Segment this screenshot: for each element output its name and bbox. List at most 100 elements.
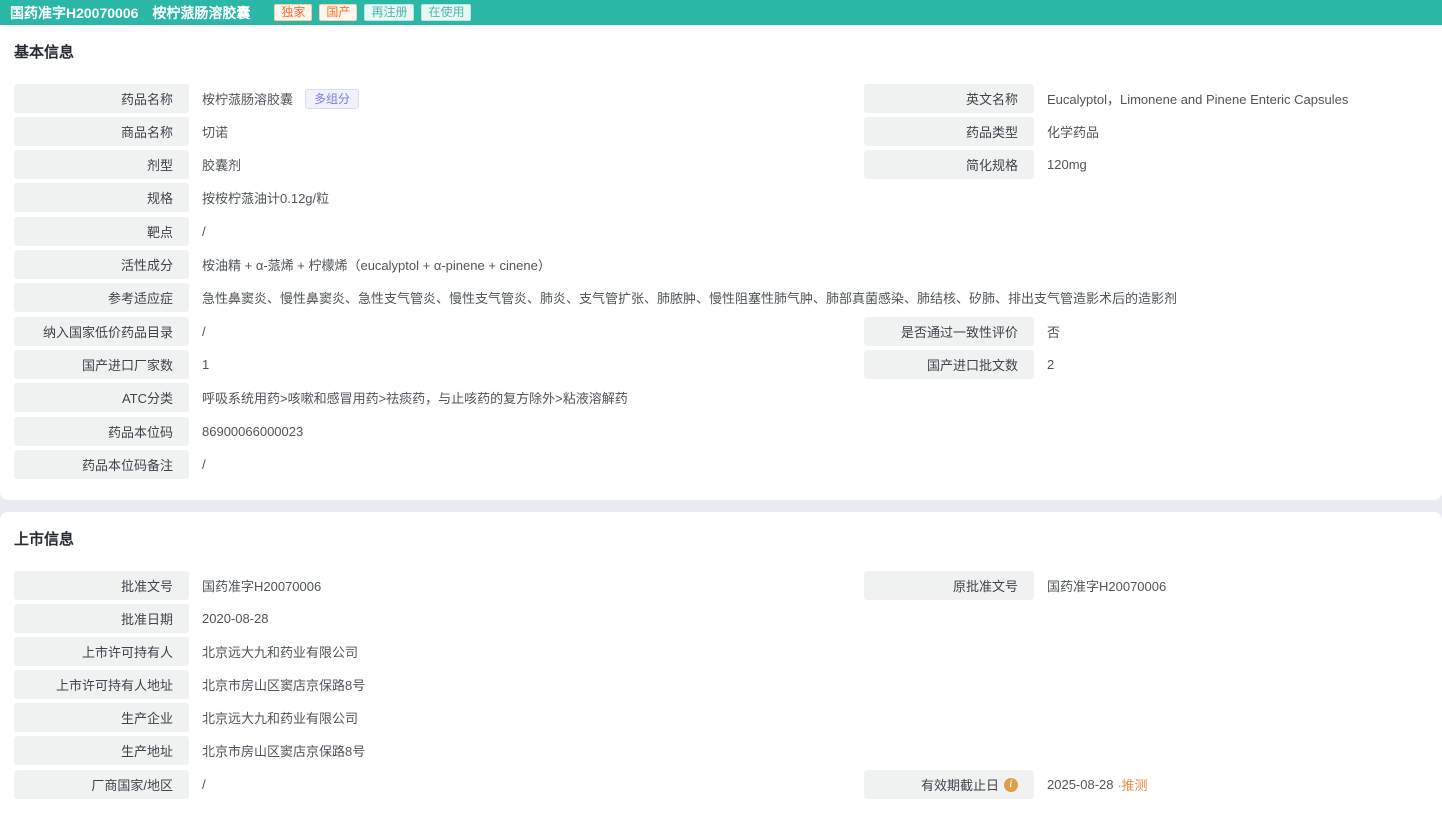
approval-count-value: 2 — [1047, 357, 1055, 372]
basic-info-group-4: 药品本位码 86900066000023 药品本位码备注 / — [14, 417, 1428, 479]
badge-in-use: 在使用 — [421, 4, 472, 21]
row-consistency-eval: 是否通过一致性评价 否 — [864, 317, 1428, 346]
low-price-list-value: / — [202, 324, 206, 339]
basic-info-title: 基本信息 — [14, 44, 75, 61]
row-indications: 参考适应症 急性鼻窦炎、慢性鼻窦炎、急性支气管炎、慢性支气管炎、肺炎、支气管扩张… — [14, 283, 1428, 312]
row-approval-count: 国产进口批文数 2 — [864, 350, 1428, 379]
manufacturer-count-value: 1 — [202, 357, 210, 372]
mah-label: 上市许可持有人 — [14, 637, 189, 666]
market-info-group-2: 厂商国家/地区 / 有效期截止日 2025-08-28 ·推测 — [14, 770, 1428, 803]
mah-value: 北京远大九和药业有限公司 — [202, 645, 359, 660]
english-name-value: Eucalyptol，Limonene and Pinene Enteric C… — [1047, 92, 1349, 107]
row-target: 靶点 / — [14, 217, 1428, 246]
row-manufacture-address: 生产地址 北京市房山区窦店京保路8号 — [14, 736, 1428, 765]
top-header-bar: 国药准字H20070006 桉柠蒎肠溶胶囊 独家 国产 再注册 在使用 — [0, 0, 1442, 25]
row-simplified-spec: 简化规格 120mg — [864, 150, 1428, 179]
approval-count-label: 国产进口批文数 — [864, 350, 1034, 379]
drug-name-label: 药品名称 — [14, 84, 189, 113]
row-spec: 规格 按桉柠蒎油计0.12g/粒 — [14, 183, 1428, 212]
page-title: 国药准字H20070006 桉柠蒎肠溶胶囊 — [10, 3, 250, 23]
manufacture-address-value: 北京市房山区窦店京保路8号 — [202, 744, 366, 759]
basic-info-group-3: 纳入国家低价药品目录 / 是否通过一致性评价 否 国产进口厂家数 1 国产进口批… — [14, 317, 1428, 412]
manufacturer-label: 生产企业 — [14, 703, 189, 732]
trade-name-label: 商品名称 — [14, 117, 189, 146]
drug-name-title: 桉柠蒎肠溶胶囊 — [152, 4, 251, 21]
manufacture-address-label: 生产地址 — [14, 736, 189, 765]
consistency-eval-value: 否 — [1047, 325, 1061, 340]
spec-label: 规格 — [14, 183, 189, 212]
row-english-name: 英文名称 Eucalyptol，Limonene and Pinene Ente… — [864, 84, 1428, 113]
spec-value: 按桉柠蒎油计0.12g/粒 — [202, 191, 330, 206]
multi-component-tag: 多组分 — [305, 88, 360, 109]
drug-name-value: 桉柠蒎肠溶胶囊 — [202, 92, 294, 107]
consistency-eval-label: 是否通过一致性评价 — [864, 317, 1034, 346]
simplified-spec-value: 120mg — [1047, 157, 1087, 172]
row-standard-code-note: 药品本位码备注 / — [14, 450, 1428, 479]
indications-label: 参考适应症 — [14, 283, 189, 312]
origin-country-value: / — [202, 777, 206, 792]
row-atc: ATC分类 呼吸系统用药>咳嗽和感冒用药>祛痰药，与止咳药的复方除外>粘液溶解药 — [14, 383, 1428, 412]
row-active-ingredient: 活性成分 桉油精 + α-蒎烯 + 柠檬烯（eucalyptol + α-pin… — [14, 250, 1428, 279]
row-standard-code: 药品本位码 86900066000023 — [14, 417, 1428, 446]
row-low-price-list: 纳入国家低价药品目录 / — [14, 317, 854, 346]
basic-info-section: 基本信息 药品名称 桉柠蒎肠溶胶囊 多组分 英文名称 Eucalyptol，Li… — [0, 25, 1442, 500]
trade-name-value: 切诺 — [202, 125, 229, 140]
simplified-spec-label: 简化规格 — [864, 150, 1034, 179]
standard-code-value: 86900066000023 — [202, 424, 304, 439]
market-info-title: 上市信息 — [14, 531, 75, 548]
row-trade-name: 商品名称 切诺 — [14, 117, 854, 146]
mah-address-value: 北京市房山区窦店京保路8号 — [202, 678, 366, 693]
badge-exclusive: 独家 — [274, 4, 313, 21]
manufacturer-value: 北京远大九和药业有限公司 — [202, 711, 359, 726]
standard-code-label: 药品本位码 — [14, 417, 189, 446]
standard-code-note-label: 药品本位码备注 — [14, 450, 189, 479]
atc-value: 呼吸系统用药>咳嗽和感冒用药>祛痰药，与止咳药的复方除外>粘液溶解药 — [202, 391, 628, 406]
approval-date-value: 2020-08-28 — [202, 611, 269, 626]
row-mah: 上市许可持有人 北京远大九和药业有限公司 — [14, 637, 1428, 666]
badge-reregistration: 再注册 — [364, 4, 415, 21]
row-manufacturer-count: 国产进口厂家数 1 — [14, 350, 854, 379]
drug-name-value-cell: 桉柠蒎肠溶胶囊 多组分 — [189, 88, 360, 109]
approval-number: 国药准字H20070006 — [10, 4, 139, 21]
dosage-form-value: 胶囊剂 — [202, 158, 242, 173]
row-manufacturer: 生产企业 北京远大九和药业有限公司 — [14, 703, 1428, 732]
header-badges: 独家 国产 再注册 在使用 — [274, 4, 478, 21]
manufacturer-count-label: 国产进口厂家数 — [14, 350, 189, 379]
dosage-form-label: 剂型 — [14, 150, 189, 179]
expiry-date-label: 有效期截止日 — [920, 778, 999, 793]
market-info-group-1: 批准文号 国药准字H20070006 原批准文号 国药准字H20070006 批… — [14, 571, 1428, 765]
target-label: 靶点 — [14, 217, 189, 246]
row-drug-type: 药品类型 化学药品 — [864, 117, 1428, 146]
row-original-approval-no: 原批准文号 国药准字H20070006 — [864, 571, 1428, 600]
drug-type-label: 药品类型 — [864, 117, 1034, 146]
approval-no-label: 批准文号 — [14, 571, 189, 600]
info-icon[interactable] — [1004, 777, 1018, 792]
row-approval-no: 批准文号 国药准字H20070006 — [14, 571, 854, 600]
low-price-list-label: 纳入国家低价药品目录 — [14, 317, 189, 346]
expiry-date-value-cell: 2025-08-28 ·推测 — [1034, 775, 1147, 794]
badge-domestic: 国产 — [319, 4, 358, 21]
row-expiry-date: 有效期截止日 2025-08-28 ·推测 — [864, 770, 1428, 799]
expiry-date-value: 2025-08-28 — [1047, 777, 1114, 792]
origin-country-label: 厂商国家/地区 — [14, 770, 189, 799]
indications-value: 急性鼻窦炎、慢性鼻窦炎、急性支气管炎、慢性支气管炎、肺炎、支气管扩张、肺脓肿、慢… — [202, 291, 1178, 306]
active-ingredient-value: 桉油精 + α-蒎烯 + 柠檬烯（eucalyptol + α-pinene +… — [202, 258, 551, 273]
english-name-label: 英文名称 — [864, 84, 1034, 113]
target-value: / — [202, 224, 206, 239]
drug-type-value: 化学药品 — [1047, 125, 1100, 140]
expiry-date-inferred-tag: ·推测 — [1113, 778, 1148, 793]
expiry-date-label-cell: 有效期截止日 — [864, 770, 1034, 799]
active-ingredient-label: 活性成分 — [14, 250, 189, 279]
approval-no-value: 国药准字H20070006 — [202, 579, 322, 594]
row-drug-name: 药品名称 桉柠蒎肠溶胶囊 多组分 — [14, 84, 854, 113]
row-mah-address: 上市许可持有人地址 北京市房山区窦店京保路8号 — [14, 670, 1428, 699]
row-approval-date: 批准日期 2020-08-28 — [14, 604, 1428, 633]
mah-address-label: 上市许可持有人地址 — [14, 670, 189, 699]
basic-info-group-1: 药品名称 桉柠蒎肠溶胶囊 多组分 英文名称 Eucalyptol，Limonen… — [14, 84, 1428, 212]
standard-code-note-value: / — [202, 457, 206, 472]
market-info-section: 上市信息 批准文号 国药准字H20070006 原批准文号 国药准字H20070… — [0, 512, 1442, 835]
basic-info-group-2: 靶点 / 活性成分 桉油精 + α-蒎烯 + 柠檬烯（eucalyptol + … — [14, 217, 1428, 312]
atc-label: ATC分类 — [14, 383, 189, 412]
original-approval-no-label: 原批准文号 — [864, 571, 1034, 600]
original-approval-no-value: 国药准字H20070006 — [1047, 579, 1167, 594]
